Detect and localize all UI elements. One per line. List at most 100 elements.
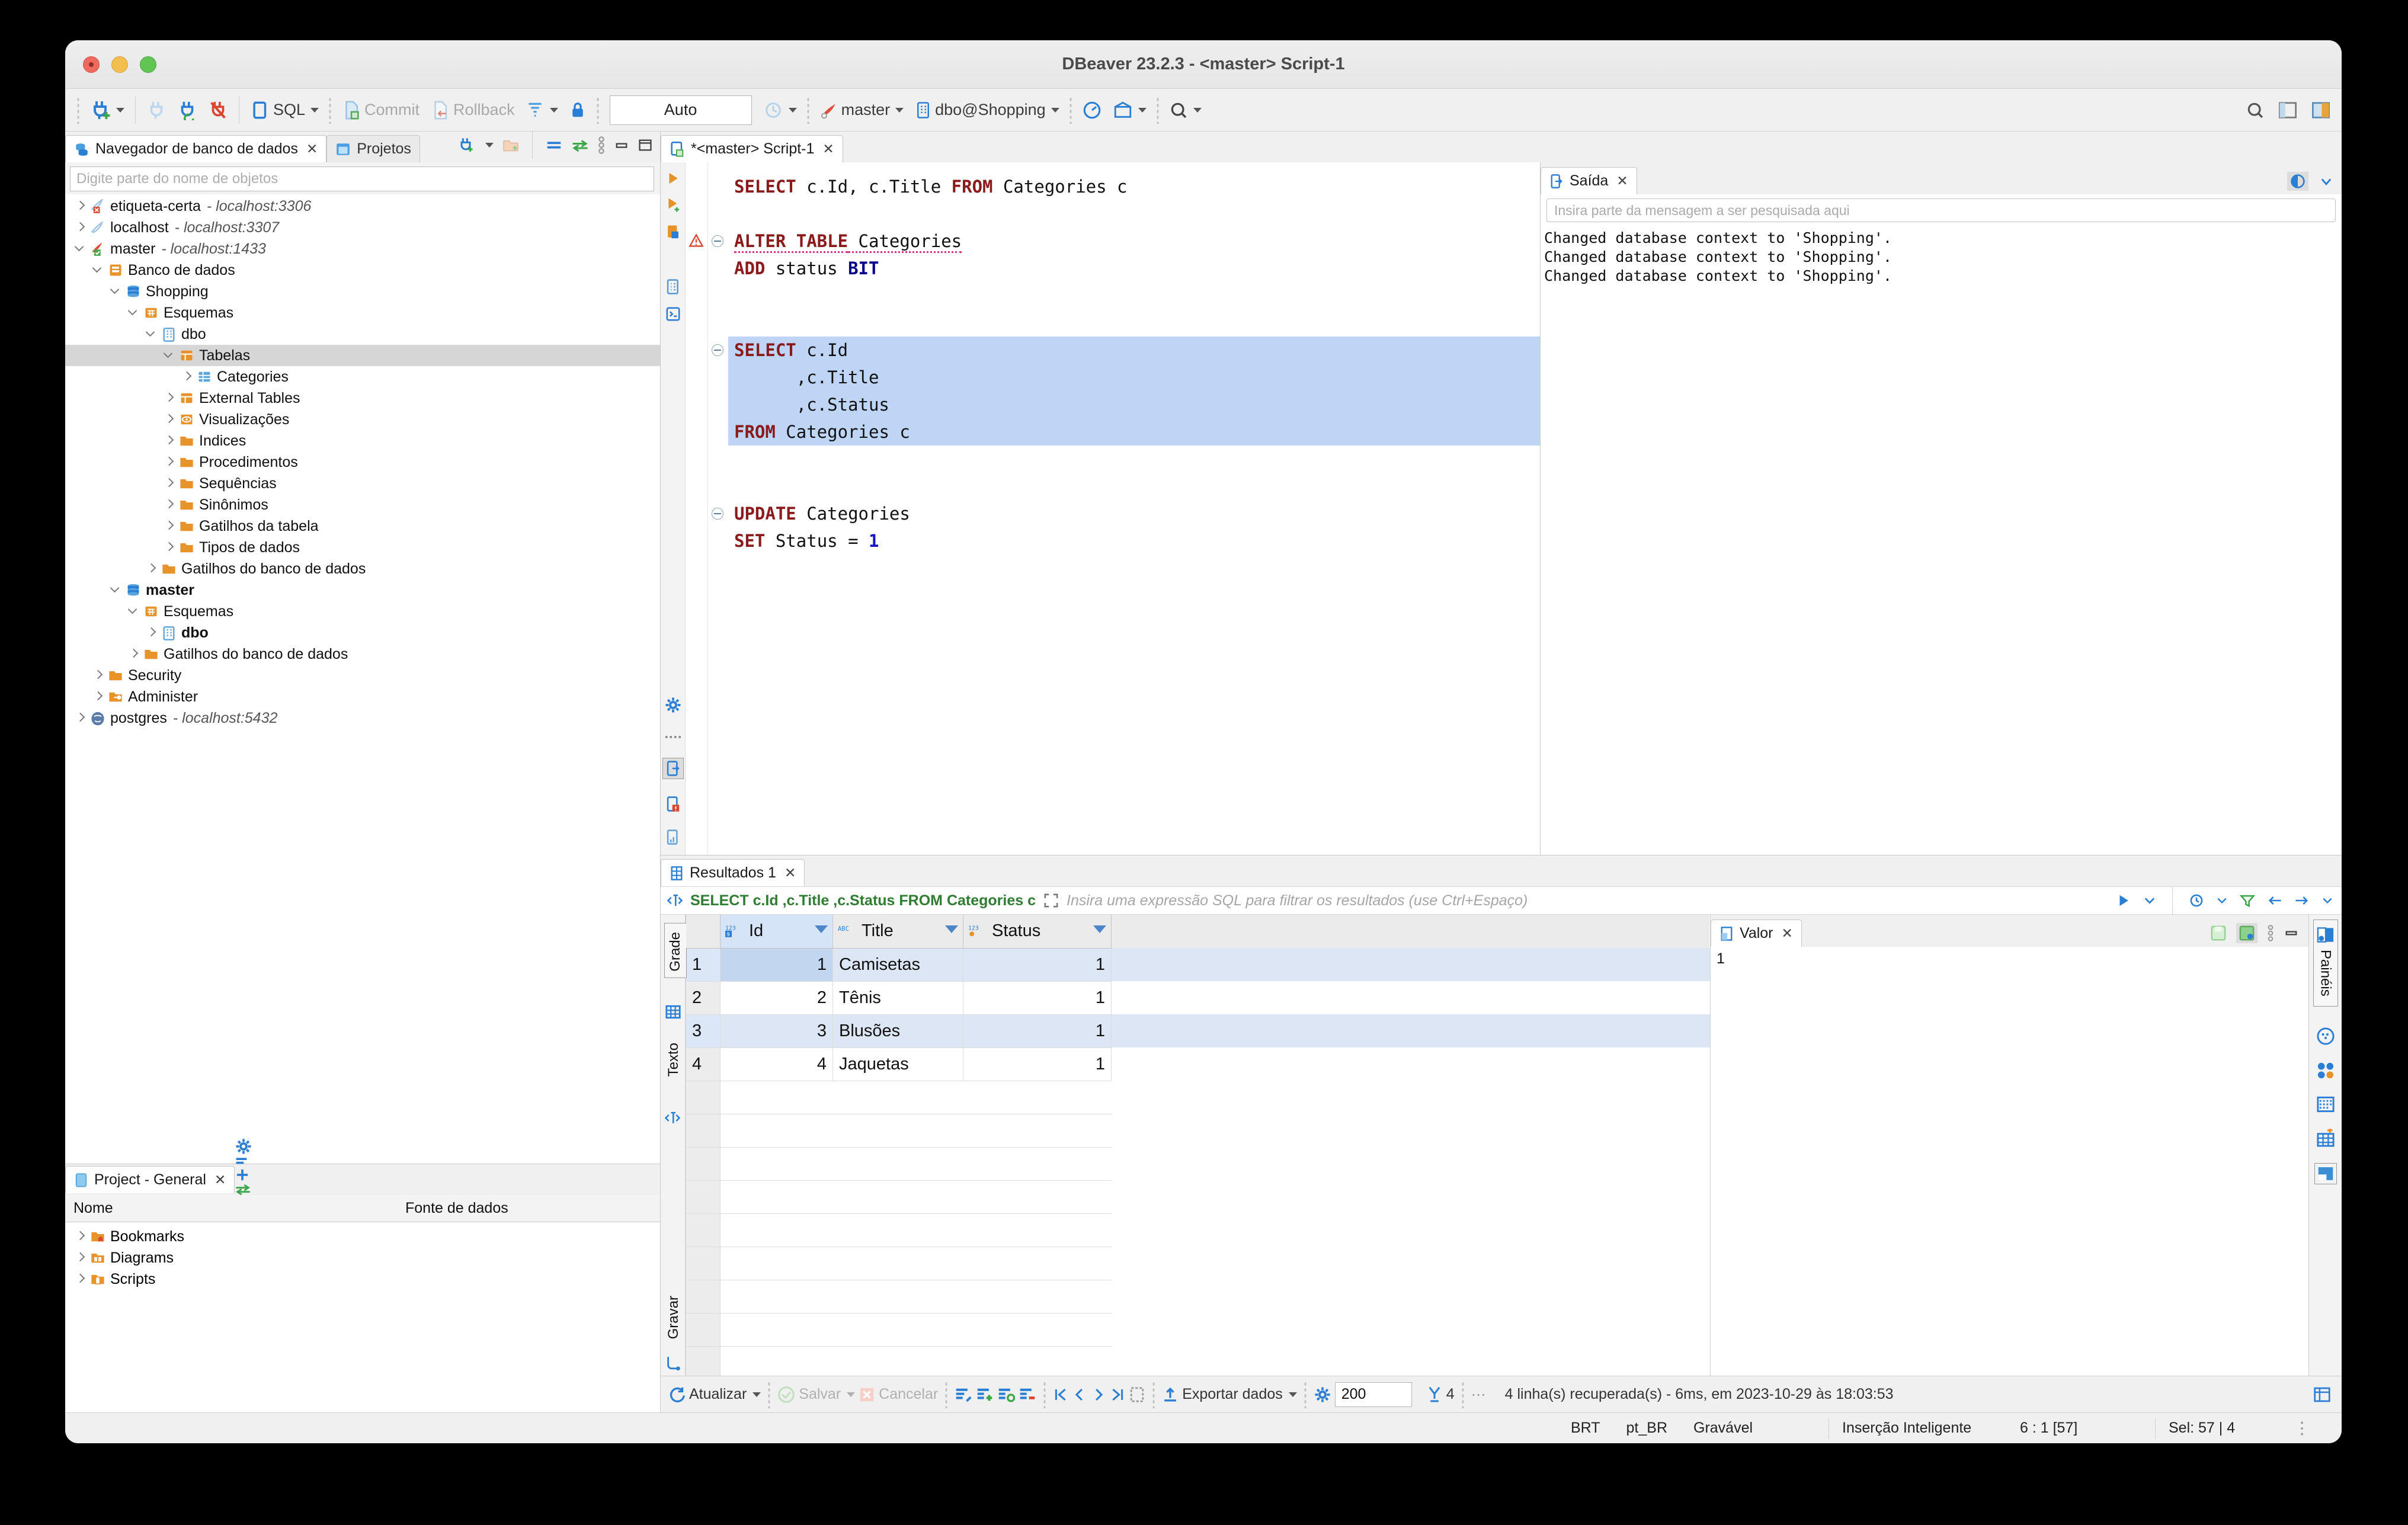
table-row[interactable]: 3 3 Blusões 1: [686, 1014, 1710, 1048]
code-line[interactable]: [728, 473, 1540, 500]
tree-item[interactable]: localhost - localhost:3307: [65, 217, 660, 238]
collapse-all-icon[interactable]: [545, 139, 563, 152]
chevron-down-icon[interactable]: [2143, 894, 2156, 907]
tree-item[interactable]: dbo: [65, 622, 660, 643]
references-panel-icon[interactable]: [2316, 1128, 2335, 1148]
editor-fold-gutter[interactable]: [708, 162, 728, 855]
chevron-down-icon[interactable]: [895, 107, 904, 113]
tree-item[interactable]: External Tables: [65, 387, 660, 409]
tree-item[interactable]: postgres - localhost:5432: [65, 707, 660, 729]
chevron-right-icon[interactable]: [164, 478, 175, 489]
table-cell[interactable]: Jaquetas: [832, 1047, 963, 1081]
table-cell[interactable]: Camisetas: [832, 947, 963, 982]
new-connection-small-icon[interactable]: [457, 137, 475, 153]
cancel-changes-icon[interactable]: [859, 1386, 875, 1403]
execute-statement-icon[interactable]: [665, 171, 681, 186]
code-line[interactable]: SET Status = 1: [728, 527, 1540, 555]
chevron-down-icon[interactable]: [1051, 107, 1059, 113]
tree-item[interactable]: Gatilhos do banco de dados: [65, 558, 660, 579]
disconnect-button[interactable]: [142, 94, 171, 126]
toolbar-grip[interactable]: [944, 1380, 949, 1408]
last-row-icon[interactable]: [1110, 1386, 1125, 1403]
chevron-down-icon[interactable]: [1138, 107, 1147, 113]
transaction-log-button[interactable]: [759, 94, 801, 126]
chevron-right-icon[interactable]: [164, 499, 175, 511]
chevron-down-icon[interactable]: [110, 286, 122, 297]
next-result-icon[interactable]: [2294, 894, 2310, 907]
refresh-label[interactable]: Atualizar: [689, 1386, 747, 1403]
tree-item[interactable]: Banco de dados: [65, 259, 660, 281]
previous-result-icon[interactable]: [2267, 894, 2282, 907]
toolbar-grip[interactable]: [1303, 1380, 1307, 1408]
table-cell[interactable]: 1: [963, 1047, 1112, 1081]
sql-console-icon[interactable]: [665, 306, 681, 322]
chevron-down-icon[interactable]: [116, 107, 124, 113]
save-value-icon[interactable]: [2210, 925, 2227, 941]
tab-grid[interactable]: Grade: [664, 923, 687, 978]
auto-commit-selector[interactable]: Auto: [609, 95, 752, 125]
data-transfer-button[interactable]: [1109, 94, 1151, 126]
new-folder-icon[interactable]: [502, 137, 520, 153]
execute-to-file-icon[interactable]: [665, 224, 681, 241]
code-line[interactable]: UPDATE Categories: [728, 500, 1540, 527]
toolbar-grip[interactable]: [328, 96, 332, 124]
tab-output[interactable]: Saída ✕: [1541, 167, 1637, 194]
code-line[interactable]: ALTER TABLE Categories: [728, 228, 1540, 255]
history-icon[interactable]: [2189, 893, 2204, 908]
chevron-down-icon[interactable]: [164, 350, 175, 361]
link-with-editor-icon[interactable]: [235, 1183, 252, 1196]
chevron-right-icon[interactable]: [164, 542, 175, 553]
disconnect-all-button[interactable]: [204, 94, 232, 126]
code-line[interactable]: ,c.Status: [728, 391, 1540, 418]
table-cell[interactable]: 1: [720, 947, 833, 982]
tree-item[interactable]: master: [65, 579, 660, 601]
search-toolbar-button[interactable]: [1165, 94, 1206, 126]
tree-item[interactable]: Tipos de dados: [65, 537, 660, 558]
toolbar-grip[interactable]: [1461, 1380, 1465, 1408]
export-data-icon[interactable]: [1162, 1386, 1179, 1403]
perspective-open-icon[interactable]: [2278, 101, 2298, 119]
show-output-toggle-icon[interactable]: [2287, 172, 2308, 191]
status-more-icon[interactable]: [2286, 1413, 2318, 1444]
toolbar-grip[interactable]: [595, 96, 600, 124]
table-cell[interactable]: 3: [720, 1014, 833, 1048]
statistics-icon[interactable]: [665, 829, 681, 845]
execute-script-icon[interactable]: [665, 197, 681, 213]
toolbar-grip[interactable]: [1043, 1380, 1047, 1408]
gear-icon[interactable]: [235, 1138, 252, 1155]
chevron-right-icon[interactable]: [92, 669, 104, 681]
tab-database-navigator[interactable]: Navegador de banco de dados ✕: [65, 135, 327, 162]
chevron-down-icon[interactable]: [128, 605, 140, 617]
table-row[interactable]: 4 4 Jaquetas 1: [686, 1047, 1710, 1081]
row-number[interactable]: 3: [686, 1014, 721, 1048]
chevron-down-icon[interactable]: [1288, 1392, 1297, 1397]
navigator-search-field[interactable]: Digite parte do nome de objetos: [70, 166, 654, 191]
chevron-right-icon[interactable]: [128, 648, 140, 660]
tree-item[interactable]: Visualizações: [65, 409, 660, 430]
output-search-field[interactable]: Insira parte da mensagem a ser pesquisad…: [1546, 198, 2336, 222]
database-perspective-icon[interactable]: [2311, 101, 2331, 119]
column-header-title[interactable]: ABC Title: [832, 915, 963, 949]
chevron-down-icon[interactable]: [1193, 107, 1202, 113]
close-icon[interactable]: ✕: [1616, 173, 1628, 189]
fold-toggle-icon[interactable]: [712, 508, 723, 520]
tree-item[interactable]: Sequências: [65, 473, 660, 494]
tab-text[interactable]: Texto: [665, 1043, 682, 1077]
column-filter-icon[interactable]: [815, 925, 828, 933]
code-line[interactable]: SELECT c.Id: [728, 337, 1540, 364]
chevron-down-icon[interactable]: [128, 307, 140, 319]
code-line[interactable]: SELECT c.Id, c.Title FROM Categories c: [728, 173, 1540, 200]
chevron-down-icon[interactable]: [75, 243, 87, 255]
tab-results-1[interactable]: Resultados 1 ✕: [661, 859, 805, 886]
tree-item[interactable]: Categories: [65, 366, 660, 387]
transaction-mode-button[interactable]: [521, 94, 562, 126]
apply-filter-icon[interactable]: [2116, 893, 2131, 908]
table-cell[interactable]: 1: [963, 981, 1112, 1015]
chevron-right-icon[interactable]: [164, 414, 175, 425]
close-icon[interactable]: ✕: [784, 865, 796, 881]
chevron-right-icon[interactable]: [181, 371, 193, 383]
minimize-panel-icon[interactable]: [614, 139, 629, 152]
minimize-panel-icon[interactable]: [2284, 927, 2299, 939]
code-line[interactable]: [728, 446, 1540, 473]
row-number[interactable]: 1: [686, 947, 721, 982]
